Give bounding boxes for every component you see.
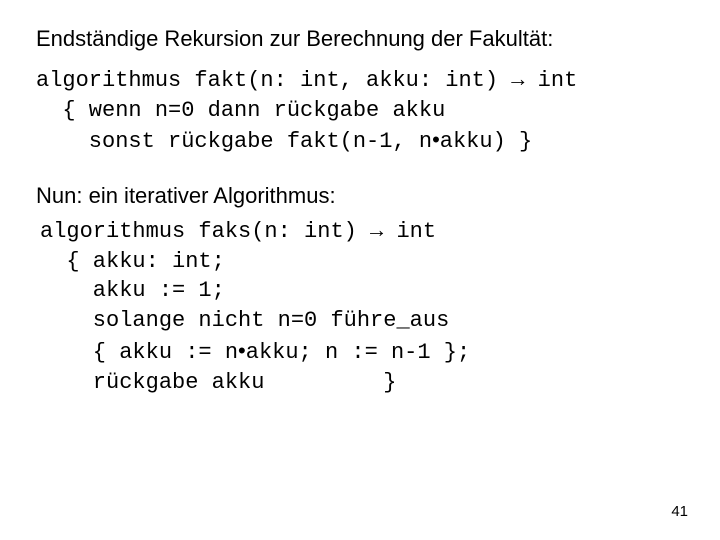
code-line: rückgabe akku } bbox=[40, 370, 396, 395]
code-line: algorithmus faks(n: int) → int bbox=[40, 219, 436, 244]
code-line: algorithmus fakt(n: int, akku: int) → in… bbox=[36, 68, 577, 93]
page-number: 41 bbox=[671, 503, 688, 520]
code-line: { akku := n bbox=[40, 340, 238, 365]
code-line: { akku: int; bbox=[40, 249, 225, 274]
code-line: sonst rückgabe fakt(n-1, n bbox=[36, 129, 432, 154]
mult-dot-icon: • bbox=[432, 127, 440, 152]
code-line: solange nicht n=0 führe_aus bbox=[40, 308, 449, 333]
heading-iterative: Nun: ein iterativer Algorithmus: bbox=[36, 183, 684, 209]
heading-tail-recursion: Endständige Rekursion zur Berechnung der… bbox=[36, 26, 684, 52]
code-line: akku) } bbox=[440, 129, 532, 154]
slide: Endständige Rekursion zur Berechnung der… bbox=[0, 0, 720, 397]
code-line: akku; n := n-1 }; bbox=[246, 340, 470, 365]
code-block-iterative: algorithmus faks(n: int) → int { akku: i… bbox=[36, 217, 684, 397]
mult-dot-icon: • bbox=[238, 338, 246, 363]
code-line: akku := 1; bbox=[40, 278, 225, 303]
code-block-recursive: algorithmus fakt(n: int, akku: int) → in… bbox=[36, 66, 684, 157]
code-line: { wenn n=0 dann rückgabe akku bbox=[36, 98, 445, 123]
